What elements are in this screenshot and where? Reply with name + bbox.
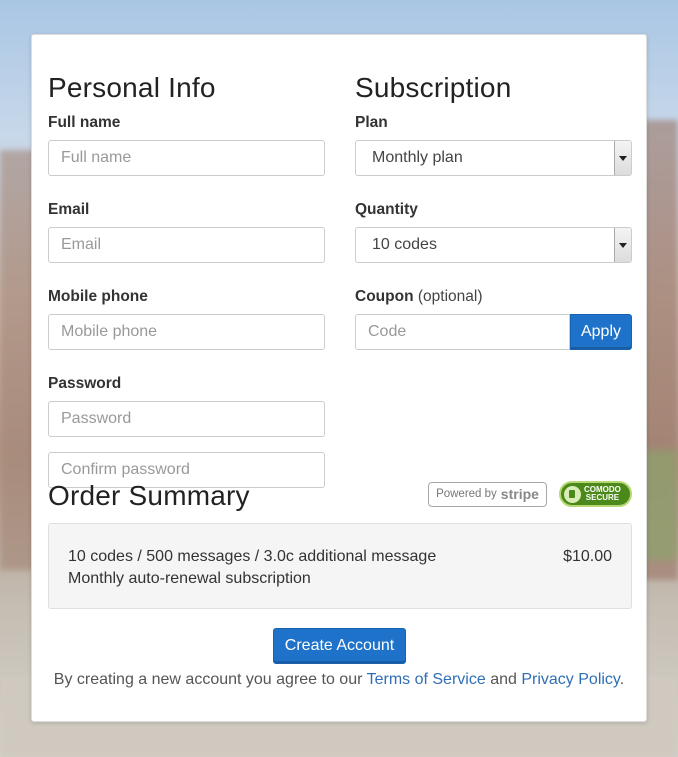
quantity-select[interactable]: 10 codes xyxy=(355,227,632,263)
subscription-section: Subscription Plan Monthly plan Quantity … xyxy=(355,71,632,350)
mobile-phone-label: Mobile phone xyxy=(48,288,148,305)
create-account-button[interactable]: Create Account xyxy=(273,628,406,664)
plan-select[interactable]: Monthly plan xyxy=(355,140,632,176)
password-input[interactable] xyxy=(48,401,325,437)
terms-notice: By creating a new account you agree to o… xyxy=(32,671,646,689)
coupon-label: Coupon (optional) xyxy=(355,287,632,307)
quantity-label: Quantity xyxy=(355,201,418,218)
mobile-phone-input[interactable] xyxy=(48,314,325,350)
email-label: Email xyxy=(48,201,90,218)
coupon-label-text: Coupon xyxy=(355,288,414,305)
order-line-1: 10 codes / 500 messages / 3.0c additiona… xyxy=(68,548,437,565)
chevron-down-icon[interactable] xyxy=(614,141,631,175)
full-name-input[interactable] xyxy=(48,140,325,176)
signup-card: Personal Info Full name Email Mobile pho… xyxy=(31,34,647,722)
stripe-prefix-text: Powered by xyxy=(436,488,497,500)
personal-info-section: Personal Info Full name Email Mobile pho… xyxy=(48,71,325,512)
terms-period: . xyxy=(619,671,625,688)
order-price: $10.00 xyxy=(563,548,612,565)
full-name-label: Full name xyxy=(48,114,121,131)
coupon-group: Apply xyxy=(355,314,632,350)
apply-coupon-button[interactable]: Apply xyxy=(570,314,632,350)
comodo-secure-badge: COMODO SECURE xyxy=(559,481,632,507)
subscription-heading: Subscription xyxy=(355,72,512,103)
plan-label: Plan xyxy=(355,114,388,131)
password-label: Password xyxy=(48,375,122,392)
terms-of-service-link[interactable]: Terms of Service xyxy=(367,671,486,688)
stripe-name-text: stripe xyxy=(500,486,539,502)
powered-by-stripe-badge: Powered by stripe xyxy=(428,481,547,507)
privacy-policy-link[interactable]: Privacy Policy xyxy=(521,671,619,688)
plan-select-value: Monthly plan xyxy=(372,149,463,166)
terms-prefix: By creating a new account you agree to o… xyxy=(53,671,363,688)
coupon-input[interactable] xyxy=(355,314,570,350)
order-summary-box: 10 codes / 500 messages / 3.0c additiona… xyxy=(48,523,632,609)
chevron-down-icon[interactable] xyxy=(614,228,631,262)
email-input[interactable] xyxy=(48,227,325,263)
order-line-2: Monthly auto-renewal subscription xyxy=(68,570,311,587)
terms-and: and xyxy=(490,671,517,688)
personal-info-heading: Personal Info xyxy=(48,72,216,103)
thumbs-up-icon xyxy=(564,485,581,503)
comodo-line2: SECURE xyxy=(585,493,620,502)
coupon-optional-text: (optional) xyxy=(417,288,483,305)
order-summary-header: Order Summary Powered by stripe COMODO S… xyxy=(48,479,632,513)
quantity-select-value: 10 codes xyxy=(372,236,437,253)
security-badges: Powered by stripe COMODO SECURE xyxy=(428,481,632,507)
